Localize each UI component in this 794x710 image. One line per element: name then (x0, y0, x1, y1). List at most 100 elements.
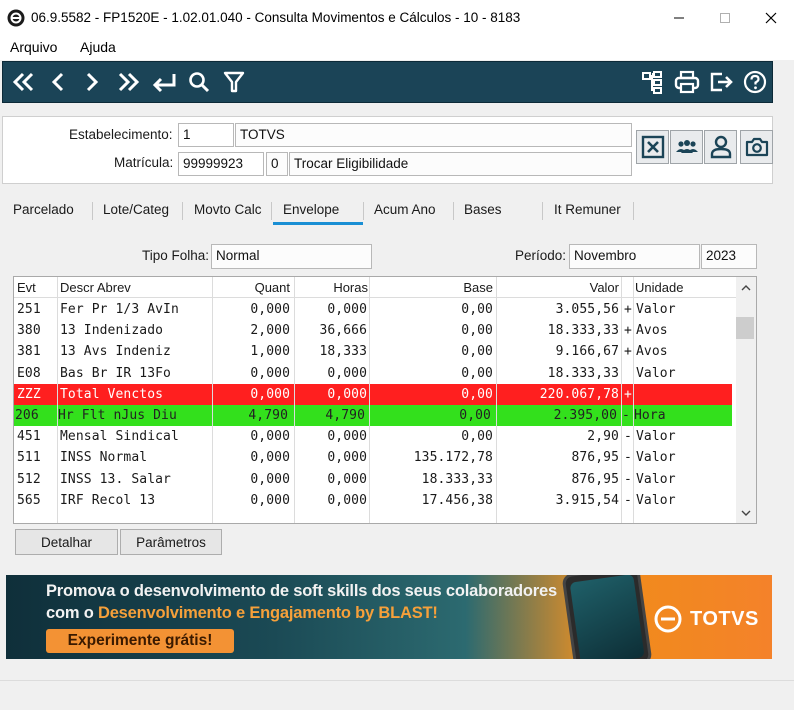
table-row[interactable]: ZZZ Total Venctos 0,000 0,000 0,00 220.067,78… (14, 383, 732, 405)
cell-sinal: - (622, 408, 630, 423)
cell-sinal: - (624, 429, 632, 445)
cell-base: 0,00 (461, 386, 493, 402)
column-descr[interactable]: Descr Abrev (60, 277, 131, 298)
scroll-up-icon[interactable] (741, 284, 751, 292)
hierarchy-button[interactable] (639, 67, 665, 97)
column-quant[interactable]: Quant (224, 277, 290, 298)
try-free-button[interactable]: Experimente grátis! (46, 629, 234, 653)
tab-lote-categ[interactable]: Lote/Categ (103, 198, 169, 224)
table-row[interactable]: 451 Mensal Sindical 0,000 0,000 0,00 2,90- Val… (14, 426, 732, 447)
table-row[interactable]: 565 IRF Recol 13 0,000 0,000 17.456,38 3.915,… (14, 490, 732, 511)
totvs-logo-icon (654, 605, 682, 633)
totvs-logo: TOTVS (654, 605, 759, 633)
cell-base: 0,00 (461, 302, 493, 317)
cell-valor: 2,90 (587, 429, 619, 445)
camera-icon (745, 137, 768, 157)
table-row[interactable]: 381 13 Avs Indeniz 1,000 18,333 0,00 9.166,67… (14, 341, 732, 362)
search-icon (189, 72, 210, 93)
last-record-button[interactable] (113, 67, 143, 97)
employee-button[interactable] (704, 130, 737, 164)
tab-bases[interactable]: Bases (464, 198, 502, 224)
estabelecimento-code-field[interactable]: 1 (178, 123, 234, 147)
tab-parcelado[interactable]: Parcelado (13, 198, 74, 224)
filter-icon (223, 71, 245, 93)
cell-horas: 0,000 (327, 471, 367, 487)
phone-screen (569, 575, 645, 659)
next-record-icon (86, 72, 99, 92)
maximize-button[interactable] (702, 0, 748, 36)
table-row[interactable]: E08 Bas Br IR 13Fo 0,000 0,000 0,00 18.333,33… (14, 363, 732, 384)
next-record-button[interactable] (81, 67, 103, 97)
menu-arquivo[interactable]: Arquivo (10, 39, 57, 55)
column-evt[interactable]: Evt (17, 277, 36, 298)
print-button[interactable] (673, 67, 701, 97)
cell-unidade: Valor (636, 492, 676, 508)
cell-sinal: - (624, 492, 632, 508)
scroll-down-icon[interactable] (741, 509, 751, 517)
scrollbar-thumb[interactable] (736, 317, 754, 339)
cell-evt: 511 (17, 450, 41, 466)
tab-it-remuner[interactable]: It Remuner (554, 198, 621, 224)
return-button[interactable] (149, 67, 179, 97)
cell-horas: 36,666 (319, 323, 367, 339)
column-unidade[interactable]: Unidade (635, 277, 683, 298)
window-title: 06.9.5582 - FP1520E - 1.02.01.040 - Cons… (31, 10, 521, 25)
cell-base: 0,00 (459, 408, 491, 423)
tab-separator (363, 202, 364, 220)
column-divider (496, 277, 497, 523)
print-icon (674, 70, 700, 94)
help-button[interactable] (742, 67, 768, 97)
cell-descr: Total Venctos (60, 386, 164, 402)
table-row[interactable]: 251 Fer Pr 1/3 AvIn 0,000 0,000 0,00 3.055,56… (14, 299, 732, 320)
exit-icon (710, 72, 733, 92)
periodo-ano-field: 2023 (701, 244, 757, 269)
column-valor[interactable]: Valor (504, 277, 619, 298)
cell-evt: 565 (17, 492, 41, 508)
cell-evt: ZZZ (17, 386, 41, 402)
matricula-code-field[interactable]: 99999923 (178, 152, 264, 176)
cell-unidade: Valor (636, 429, 676, 445)
cell-evt: 451 (17, 429, 41, 445)
menu-ajuda[interactable]: Ajuda (80, 39, 116, 55)
tab-movto-calc[interactable]: Movto Calc (194, 198, 262, 224)
table-row[interactable]: 512 INSS 13. Salar 0,000 0,000 18.333,33 876,… (14, 469, 732, 490)
search-button[interactable] (186, 67, 212, 97)
cell-horas: 0,000 (327, 365, 367, 381)
cell-evt: 380 (17, 323, 41, 339)
tab-separator (271, 202, 272, 220)
clear-selection-button[interactable] (636, 130, 669, 164)
close-window-button[interactable] (748, 0, 794, 36)
vertical-scrollbar[interactable] (736, 277, 756, 523)
cell-valor: 2.395,00 (553, 408, 617, 423)
cell-valor: 3.055,56 (555, 302, 619, 317)
close-icon (765, 12, 777, 24)
cell-descr: IRF Recol 13 (60, 492, 156, 508)
cell-quant: 0,000 (250, 492, 290, 508)
group-users-button[interactable] (670, 130, 703, 164)
first-record-button[interactable] (9, 67, 39, 97)
table-row[interactable]: 511 INSS Normal 0,000 0,000 135.172,78 876,95… (14, 447, 732, 468)
column-base[interactable]: Base (374, 277, 493, 298)
cell-quant: 4,790 (248, 408, 288, 423)
cell-descr: Mensal Sindical (60, 429, 179, 445)
tab-acum-ano[interactable]: Acum Ano (374, 198, 436, 224)
events-table: Evt Descr Abrev Quant Horas Base Valor U… (13, 276, 757, 524)
tab-separator (453, 202, 454, 220)
column-horas[interactable]: Horas (304, 277, 368, 298)
detalhar-button[interactable]: Detalhar (15, 529, 118, 555)
parametros-button[interactable]: Parâmetros (120, 529, 222, 555)
tab-envelope[interactable]: Envelope (283, 198, 339, 224)
filter-button[interactable] (221, 67, 247, 97)
table-row[interactable]: 380 13 Indenizado 2,000 36,666 0,00 18.333,33… (14, 320, 732, 341)
minimize-button[interactable] (656, 0, 702, 36)
table-row[interactable]: 206 Hr Flt nJus Diu 4,790 4,790 0,00 2.395,00… (14, 405, 732, 426)
promo-banner[interactable]: Promova o desenvolvimento de soft skills… (6, 575, 772, 659)
photo-button[interactable] (740, 130, 773, 164)
cell-horas: 0,000 (327, 302, 367, 317)
cell-descr: 13 Avs Indeniz (60, 344, 171, 360)
exit-button[interactable] (708, 67, 734, 97)
previous-record-button[interactable] (47, 67, 69, 97)
return-icon (152, 74, 176, 93)
cell-horas: 0,000 (327, 386, 367, 402)
table-header: Evt Descr Abrev Quant Horas Base Valor U… (14, 277, 736, 298)
